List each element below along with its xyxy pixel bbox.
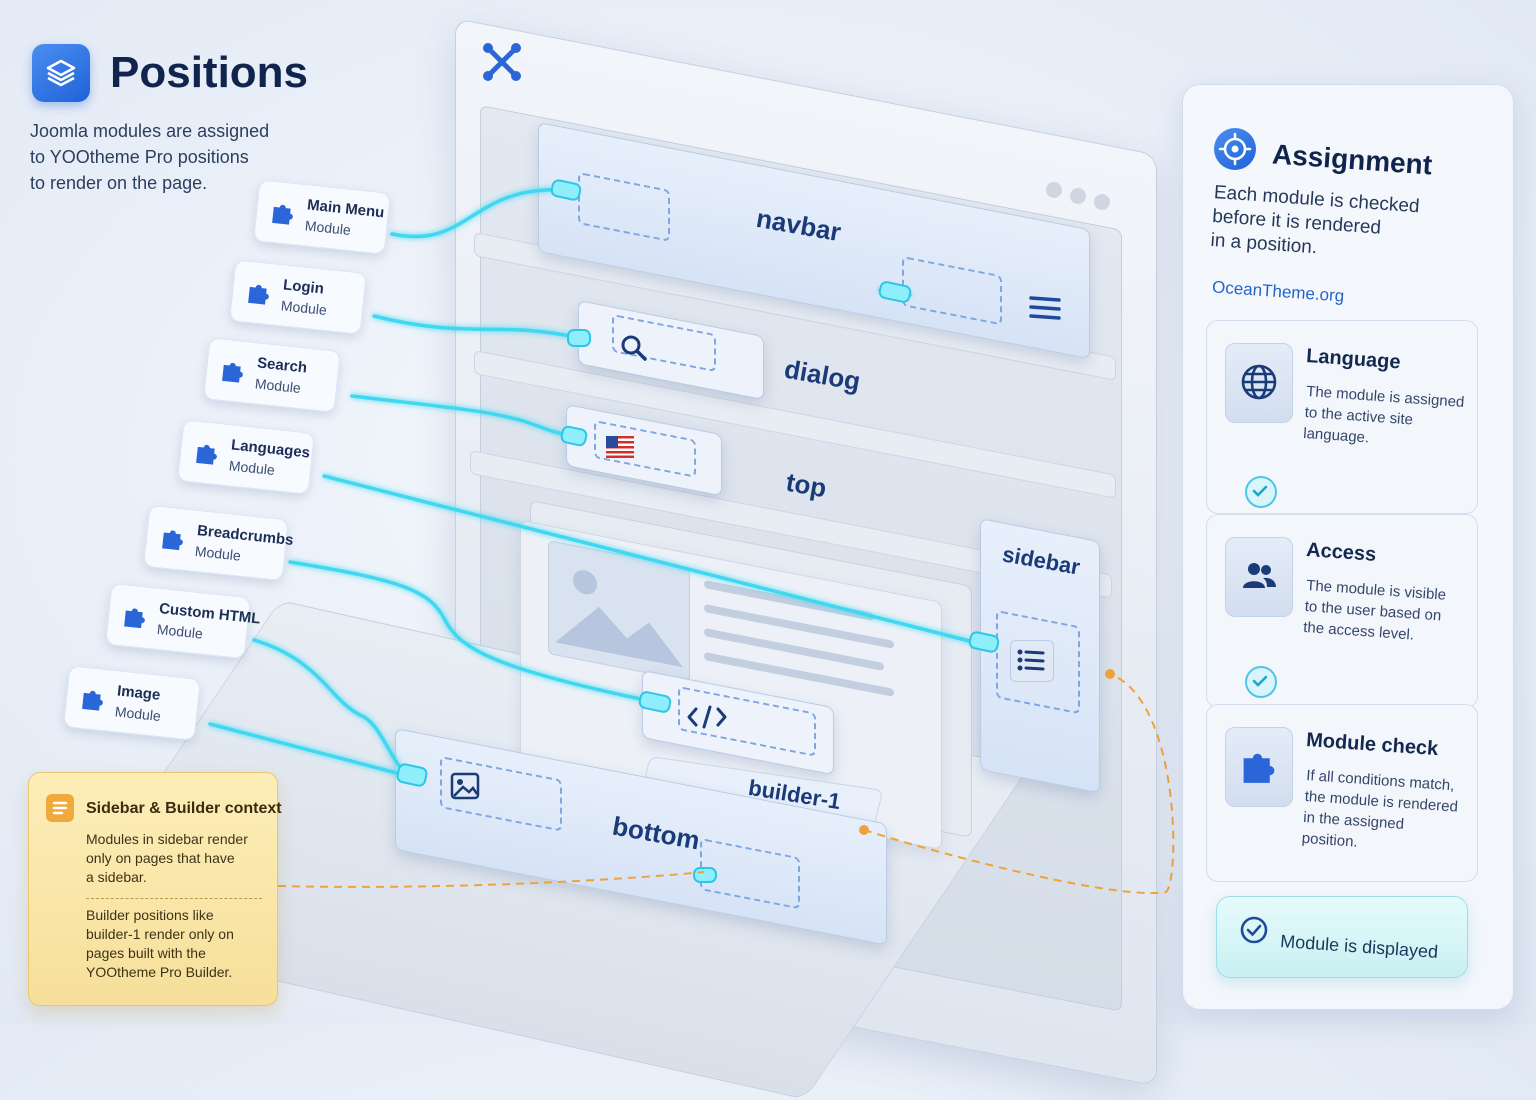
module-card-breadcrumbs[interactable]: Breadcrumbs Module [143, 504, 294, 582]
module-type: Module [228, 457, 276, 479]
globe-icon [1225, 343, 1293, 423]
step-module-check: Module check If all conditions match, the… [1206, 704, 1478, 882]
step-title: Module check [1305, 729, 1439, 761]
check-icon [1245, 666, 1277, 698]
target-icon [1214, 128, 1256, 170]
note-title: Sidebar & Builder context [86, 800, 282, 817]
note-paragraph-1: Modules in sidebar render only on pages t… [86, 831, 248, 885]
result-badge: Module is displayed [1216, 896, 1468, 978]
layers-icon [32, 44, 90, 102]
list-icon [1010, 640, 1054, 682]
note-icon [46, 794, 74, 822]
module-card-image[interactable]: Image Module [63, 665, 201, 741]
step-description: If all conditions match, the module is re… [1301, 766, 1459, 851]
page-title: Positions [110, 48, 309, 97]
image-icon [450, 772, 480, 805]
module-type: Module [194, 542, 242, 564]
users-icon [1225, 537, 1293, 617]
module-card-languages[interactable]: Languages Module [177, 419, 315, 495]
search-icon [620, 334, 648, 367]
module-type: Module [254, 375, 302, 397]
puzzle-icon [1225, 727, 1293, 807]
window-dot [1046, 182, 1062, 198]
check-icon [1245, 476, 1277, 508]
note-divider [86, 898, 262, 899]
code-icon [686, 704, 728, 735]
puzzle-icon [124, 608, 145, 629]
puzzle-icon [272, 204, 293, 225]
puzzle-icon [222, 362, 243, 383]
window-dot [1094, 194, 1110, 210]
module-card-login[interactable]: Login Module [229, 259, 367, 335]
step-description: The module is visible to the user based o… [1302, 576, 1447, 644]
module-card-search[interactable]: Search Module [203, 337, 341, 413]
module-type: Module [280, 297, 328, 319]
menu-icon [1028, 292, 1062, 327]
module-type: Module [114, 703, 162, 725]
puzzle-icon [162, 530, 183, 551]
module-name: Login [282, 276, 325, 298]
module-type: Module [304, 217, 352, 239]
module-card-main-menu[interactable]: Main Menu Module [253, 179, 391, 255]
step-description: The module is assigned to the active site… [1302, 382, 1465, 447]
window-dot [1070, 188, 1086, 204]
puzzle-icon [82, 690, 103, 711]
module-card-custom-html[interactable]: Custom HTML Module [105, 582, 261, 660]
puzzle-icon [196, 444, 217, 465]
flag-icon [606, 436, 634, 463]
module-name: Image [116, 682, 162, 704]
step-title: Language [1305, 345, 1402, 374]
joomla-logo-icon [480, 40, 524, 89]
module-type: Module [156, 620, 204, 642]
puzzle-icon [248, 284, 269, 305]
note-paragraph-2: Builder positions like builder-1 render o… [86, 907, 234, 980]
module-name: Search [256, 354, 308, 377]
step-title: Access [1305, 539, 1377, 566]
check-circle-icon [1240, 916, 1268, 944]
result-text: Module is displayed [1279, 931, 1439, 962]
